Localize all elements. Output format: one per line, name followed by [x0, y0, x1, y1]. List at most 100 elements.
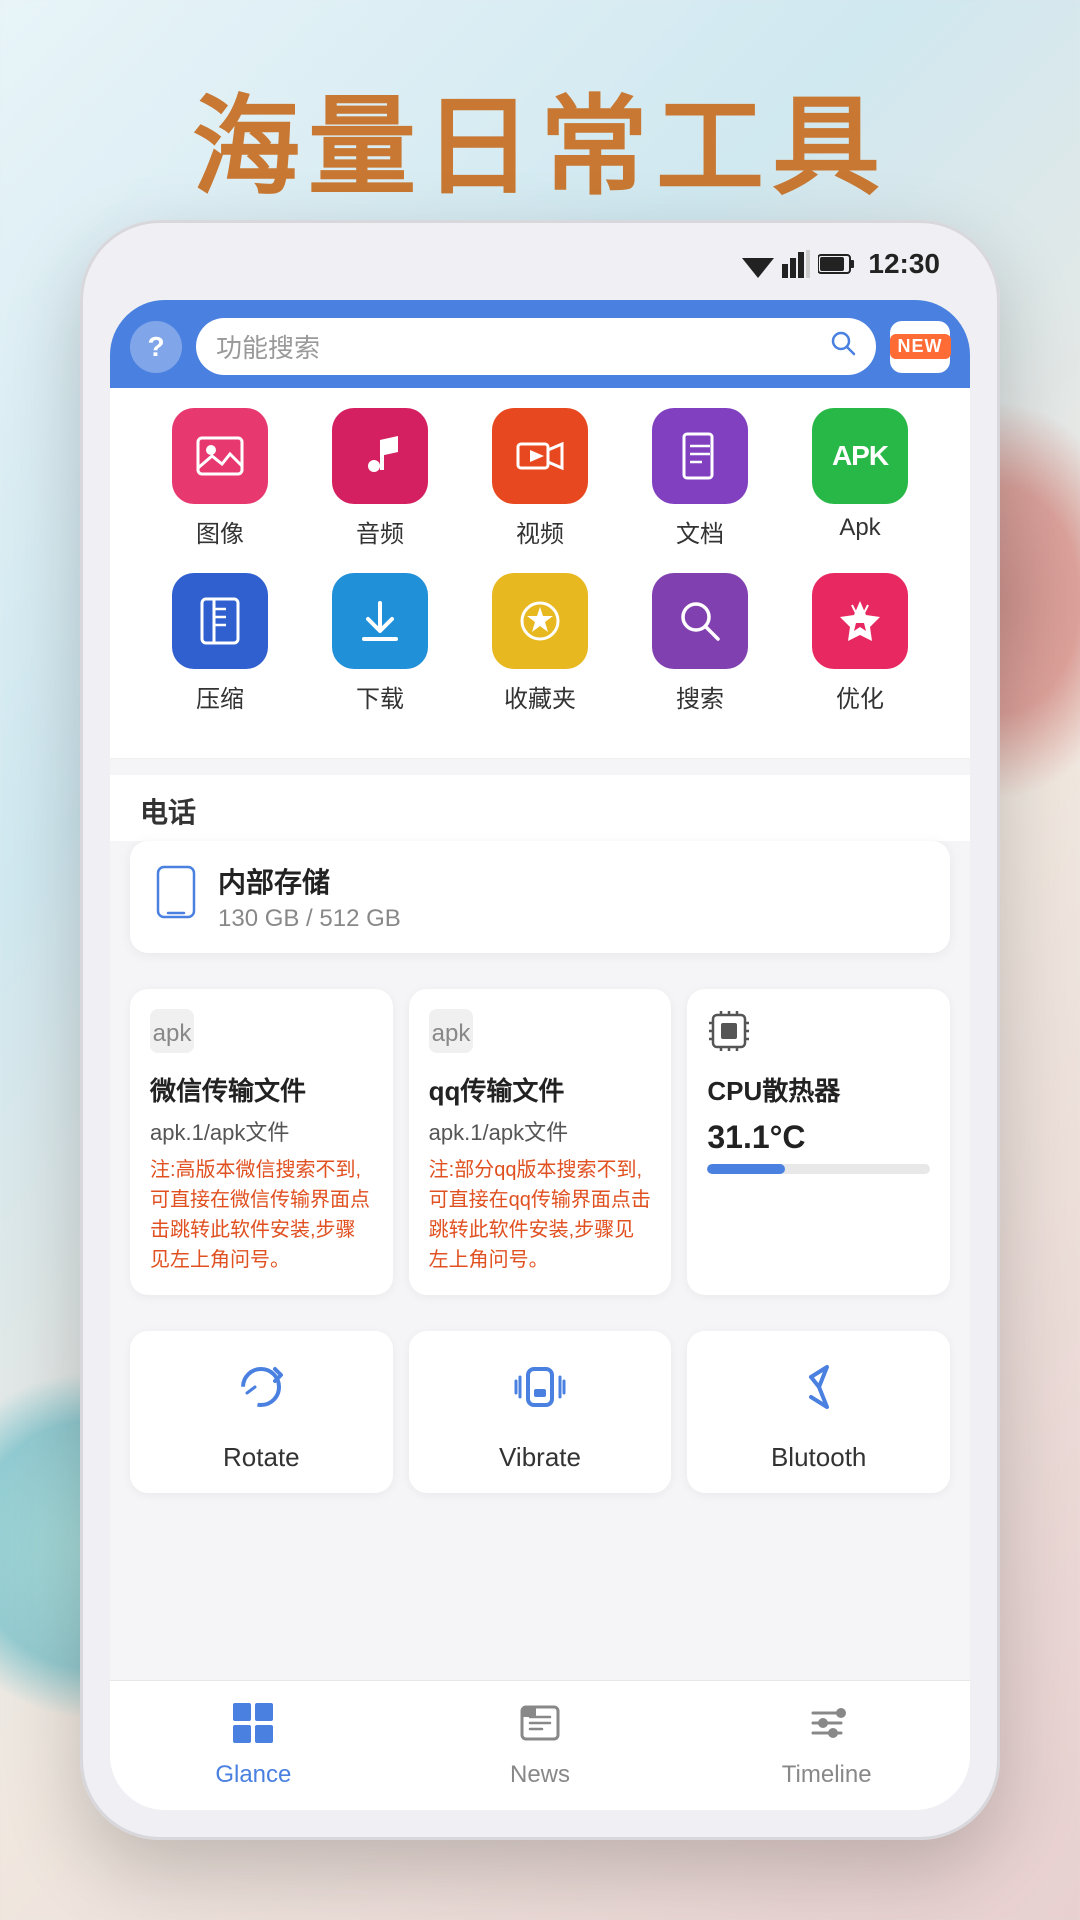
qq-card-note: 注:部分qq版本搜索不到,可直接在qq传输界面点击跳转此软件安装,步骤见左上角问…	[429, 1155, 652, 1275]
news-label: News	[510, 1761, 570, 1789]
cpu-card-title: CPU散热器	[707, 1073, 930, 1109]
rotate-tool-card[interactable]: Rotate	[130, 1331, 393, 1493]
wechat-card[interactable]: apk 微信传输文件 apk.1/apk文件 注:高版本微信搜索不到,可直接在微…	[130, 989, 393, 1295]
wechat-card-subtitle: apk.1/apk文件	[150, 1115, 373, 1147]
storage-phone-icon	[154, 865, 198, 929]
icon-item-compress[interactable]: 压缩	[160, 573, 280, 714]
wechat-card-note: 注:高版本微信搜索不到,可直接在微信传输界面点击跳转此软件安装,步骤见左上角问号…	[150, 1155, 373, 1275]
status-bar: 12:30	[742, 248, 940, 280]
screen: ? 功能搜索 NEW	[110, 300, 970, 1810]
cpu-card[interactable]: CPU散热器 31.1°C	[687, 989, 950, 1295]
new-badge[interactable]: NEW	[890, 321, 950, 373]
optimize-label: 优化	[836, 679, 884, 714]
battery-icon	[818, 253, 854, 275]
svg-text:apk: apk	[431, 1020, 471, 1047]
wechat-card-icon: apk	[150, 1009, 373, 1063]
section-gap-2	[110, 963, 970, 979]
cpu-bar	[707, 1164, 930, 1174]
section-gap-1	[110, 759, 970, 775]
storage-card[interactable]: 内部存储 130 GB / 512 GB	[130, 841, 950, 953]
qq-card[interactable]: apk qq传输文件 apk.1/apk文件 注:部分qq版本搜索不到,可直接在…	[409, 989, 672, 1295]
cpu-card-icon	[707, 1009, 930, 1063]
download-icon-box	[332, 573, 428, 669]
qq-card-icon: apk	[429, 1009, 652, 1063]
icon-item-apk[interactable]: APK Apk	[800, 408, 920, 549]
rotate-label: Rotate	[223, 1442, 300, 1473]
image-icon-box	[172, 408, 268, 504]
icon-item-audio[interactable]: 音频	[320, 408, 440, 549]
cpu-bar-fill	[707, 1164, 785, 1174]
wechat-card-title: 微信传输文件	[150, 1073, 373, 1109]
qq-card-subtitle: apk.1/apk文件	[429, 1115, 652, 1147]
vibrate-label: Vibrate	[499, 1442, 581, 1473]
section-gap-3	[110, 1305, 970, 1321]
new-badge-label: NEW	[890, 334, 951, 359]
bluetooth-label: Blutooth	[771, 1442, 866, 1473]
tools-row: Rotate	[110, 1321, 970, 1503]
doc-icon-box	[652, 408, 748, 504]
cpu-temp: 31.1°C	[707, 1119, 930, 1156]
svg-text:apk: apk	[153, 1020, 193, 1047]
vibrate-icon	[512, 1359, 568, 1428]
nav-glance[interactable]: Glance	[110, 1701, 397, 1790]
bluetooth-tool-card[interactable]: Blutooth	[687, 1331, 950, 1493]
doc-label: 文档	[676, 514, 724, 549]
status-icons	[742, 250, 854, 278]
storage-usage: 130 GB / 512 GB	[218, 905, 926, 933]
icon-item-optimize[interactable]: 优化	[800, 573, 920, 714]
phone-section-header: 电话	[110, 775, 970, 841]
compress-label: 压缩	[196, 679, 244, 714]
video-icon-box	[492, 408, 588, 504]
glance-label: Glance	[215, 1761, 291, 1789]
timeline-icon	[805, 1701, 849, 1755]
icon-row-2: 压缩 下载	[140, 573, 940, 714]
phone-frame: 12:30 ? 功能搜索 NEW	[80, 220, 1000, 1840]
nav-news[interactable]: News	[397, 1701, 684, 1790]
favorites-label: 收藏夹	[504, 679, 576, 714]
search-bar[interactable]: 功能搜索	[196, 318, 876, 375]
top-bar: ? 功能搜索 NEW	[110, 300, 970, 393]
timeline-label: Timeline	[782, 1761, 872, 1789]
favorites-icon-box	[492, 573, 588, 669]
phone-wrapper: 12:30 ? 功能搜索 NEW	[80, 220, 1000, 1920]
search-icon-box	[652, 573, 748, 669]
icon-item-favorites[interactable]: 收藏夹	[480, 573, 600, 714]
icon-row-1: 图像 音频	[140, 408, 940, 549]
icon-item-doc[interactable]: 文档	[640, 408, 760, 549]
icon-grid-section: 图像 音频	[110, 388, 970, 759]
bottom-padding	[110, 1503, 970, 1523]
feature-cards-row: apk 微信传输文件 apk.1/apk文件 注:高版本微信搜索不到,可直接在微…	[110, 979, 970, 1305]
apk-label: Apk	[839, 514, 880, 542]
help-icon[interactable]: ?	[130, 321, 182, 373]
video-label: 视频	[516, 514, 564, 549]
scroll-area[interactable]: 图像 音频	[110, 388, 970, 1680]
icon-item-video[interactable]: 视频	[480, 408, 600, 549]
wifi-icon	[742, 250, 774, 278]
nav-timeline[interactable]: Timeline	[683, 1701, 970, 1790]
search-placeholder: 功能搜索	[216, 328, 820, 365]
storage-title: 内部存储	[218, 861, 926, 901]
image-label: 图像	[196, 514, 244, 549]
compress-icon-box	[172, 573, 268, 669]
news-icon	[518, 1701, 562, 1755]
rotate-icon	[233, 1359, 289, 1428]
optimize-icon-box	[812, 573, 908, 669]
icon-item-image[interactable]: 图像	[160, 408, 280, 549]
bluetooth-icon	[791, 1359, 847, 1428]
audio-label: 音频	[356, 514, 404, 549]
glance-icon	[231, 1701, 275, 1755]
storage-info: 内部存储 130 GB / 512 GB	[218, 861, 926, 933]
vibrate-tool-card[interactable]: Vibrate	[409, 1331, 672, 1493]
bottom-nav: Glance News	[110, 1680, 970, 1810]
search-icon[interactable]	[830, 330, 856, 363]
icon-item-search[interactable]: 搜索	[640, 573, 760, 714]
apk-icon-box: APK	[812, 408, 908, 504]
icon-item-download[interactable]: 下载	[320, 573, 440, 714]
time-display: 12:30	[868, 248, 940, 280]
search-label: 搜索	[676, 679, 724, 714]
signal-icon	[782, 250, 810, 278]
hero-title: 海量日常工具	[0, 60, 1080, 216]
qq-card-title: qq传输文件	[429, 1073, 652, 1109]
download-label: 下载	[356, 679, 404, 714]
audio-icon-box	[332, 408, 428, 504]
